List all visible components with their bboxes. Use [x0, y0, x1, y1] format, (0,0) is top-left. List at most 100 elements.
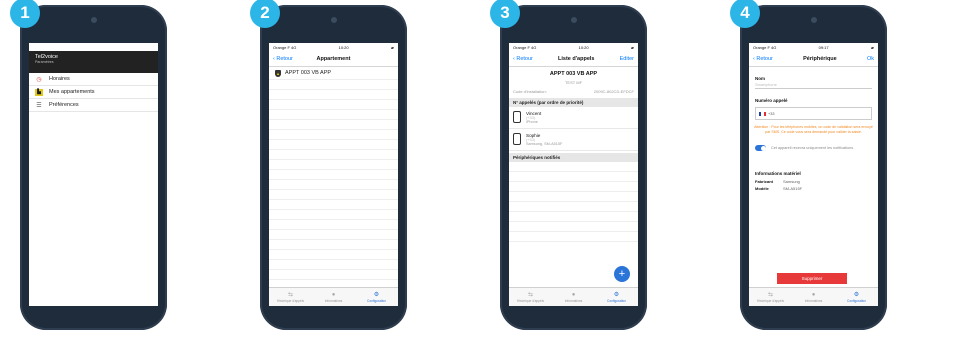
manufacturer-row: Fabricant Samsung — [749, 178, 878, 185]
tab-informations[interactable]: ● Informations — [312, 288, 355, 306]
country-prefix: +33 — [768, 111, 775, 116]
camera-icon — [90, 17, 97, 23]
app-subtitle: Paramètres — [35, 60, 54, 64]
config-icon: ⚙ — [373, 291, 380, 298]
page-title: Appartement — [316, 56, 351, 62]
install-code-value: 2009C-802CD-EFDCF — [593, 89, 634, 94]
menu-item-label: Mes appartements — [49, 89, 95, 95]
page-title: Liste d'appels — [558, 56, 595, 62]
toggle-label: Cet appareil recevra uniquement les noti… — [771, 146, 854, 150]
section-header-called: N° appelés (par ordre de priorité) — [509, 98, 638, 107]
tab-bar: ⇆ Historique d'appels ● Informations ⚙ Conf… — [269, 287, 398, 306]
tab-configuration[interactable]: ⚙ Configuration — [835, 288, 878, 306]
clock-label: 10:20 — [578, 45, 589, 50]
phone-frame: Orange F 4G 10:20 ▰ ‹ Retour Liste d'app… — [500, 5, 647, 330]
back-button[interactable]: ‹ Retour — [273, 56, 293, 62]
notifications-toggle[interactable] — [755, 145, 766, 151]
back-button[interactable]: ‹ Retour — [753, 56, 773, 62]
info-icon: ● — [571, 291, 576, 298]
clock-label: 10:20 — [338, 45, 349, 50]
phone-screen: Orange F 4G 10:20 ▰ ‹ Retour Liste d'app… — [509, 43, 638, 306]
history-icon: ⇆ — [287, 291, 294, 298]
carrier-label: Orange F 4G — [753, 45, 777, 50]
tab-configuration[interactable]: ⚙ Configuration — [595, 288, 638, 306]
contact-row[interactable]: Sophie (+33) Samsung, SM-A515F — [509, 129, 638, 151]
section-header-devices: Périphériques notifiés — [509, 153, 638, 162]
carrier-label: Orange F 4G — [273, 45, 297, 50]
menu-item-horaires[interactable]: ◷ Horaires — [29, 73, 158, 86]
manufacturer-label: Fabricant — [755, 179, 774, 184]
tab-history[interactable]: ⇆ Historique d'appels — [269, 288, 312, 306]
model-label: Modèle — [755, 186, 769, 191]
menu-item-label: Préférences — [49, 102, 79, 108]
app-header: Tel2voice Paramètres — [29, 51, 158, 73]
apartment-name: APPT 003 VB APP — [549, 71, 598, 77]
install-code-row: Code d'installation: 2009C-802CD-EFDCF — [509, 85, 638, 96]
clock-icon: ◷ — [36, 76, 42, 83]
step-4-panel: 4 Orange F 4G 09:17 ▰ ‹ Retour Périphéri… — [720, 0, 960, 339]
step-3-panel: 3 Orange F 4G 10:20 ▰ ‹ Retour Liste d'a… — [480, 0, 720, 339]
step-2-panel: 2 Orange F 4G 10:20 ▰ ‹ Retour Apparteme… — [240, 0, 480, 339]
phone-frame: Tel2voice Paramètres ◷ Horaires ▙ Mes ap… — [20, 5, 167, 330]
phone-number-field[interactable]: +33 — [755, 107, 872, 120]
apartment-item[interactable]: ▲ APPT 003 VB APP — [269, 67, 398, 80]
info-icon: ● — [331, 291, 336, 298]
name-label: Nom — [755, 76, 765, 81]
navigation-bar: ‹ Retour Appartement — [269, 52, 398, 67]
delete-button[interactable]: Supprimer — [777, 273, 847, 284]
menu-item-appartements[interactable]: ▙ Mes appartements — [29, 86, 158, 99]
shield-icon: ▲ — [275, 69, 281, 77]
tab-informations[interactable]: ● Informations — [552, 288, 595, 306]
tab-history[interactable]: ⇆ Historique d'appels — [749, 288, 792, 306]
tab-bar: ⇆ Historique d'appels ● Informations ⚙ Conf… — [749, 287, 878, 306]
battery-icon: ▰ — [870, 45, 874, 50]
add-button[interactable]: + — [614, 266, 630, 282]
tab-history[interactable]: ⇆ Historique d'appels — [509, 288, 552, 306]
install-code-label: Code d'installation: — [513, 89, 547, 94]
status-bar: Orange F 4G 10:20 ▰ — [509, 43, 638, 52]
phone-frame: Orange F 4G 10:20 ▰ ‹ Retour Appartement… — [260, 5, 407, 330]
edit-button[interactable]: Editer — [620, 56, 634, 62]
model-row: Modèle SM-A515F — [749, 185, 878, 192]
name-field[interactable]: Smartphone — [755, 82, 872, 89]
apartment-subtitle: TEST MF — [564, 80, 583, 85]
battery-icon: ▰ — [390, 45, 394, 50]
building-icon: ▙ — [35, 88, 43, 96]
ok-button[interactable]: Ok — [867, 56, 874, 62]
navigation-bar: ‹ Retour Périphérique Ok — [749, 52, 878, 67]
number-label: Numéro appelé — [755, 98, 788, 103]
tab-informations[interactable]: ● Informations — [792, 288, 835, 306]
carrier-label: Orange F 4G — [513, 45, 537, 50]
phone-frame: Orange F 4G 09:17 ▰ ‹ Retour Périphériqu… — [740, 5, 887, 330]
menu-item-preferences[interactable]: ☰ Préférences — [29, 99, 158, 112]
config-icon: ⚙ — [853, 291, 860, 298]
history-icon: ⇆ — [767, 291, 774, 298]
phone-screen: Orange F 4G 09:17 ▰ ‹ Retour Périphériqu… — [749, 43, 878, 306]
tab-bar: ⇆ Historique d'appels ● Informations ⚙ Conf… — [509, 287, 638, 306]
phone-screen: Tel2voice Paramètres ◷ Horaires ▙ Mes ap… — [29, 43, 158, 306]
model-value: SM-A515F — [783, 186, 803, 191]
history-icon: ⇆ — [527, 291, 534, 298]
clock-label: 09:17 — [818, 45, 829, 50]
contact-device: Samsung, SM-A515F — [526, 142, 563, 146]
tab-configuration[interactable]: ⚙ Configuration — [355, 288, 398, 306]
back-button[interactable]: ‹ Retour — [513, 56, 533, 62]
page-title: Périphérique — [803, 56, 837, 62]
sms-warning: Attention : Pour les téléphones mobiles,… — [754, 125, 873, 134]
manufacturer-value: Samsung — [783, 179, 800, 184]
phone-icon — [513, 133, 521, 145]
phone-screen: Orange F 4G 10:20 ▰ ‹ Retour Appartement… — [269, 43, 398, 306]
hardware-info-title: Informations matériel — [755, 171, 801, 176]
camera-icon — [810, 17, 817, 23]
status-bar: Orange F 4G 09:17 ▰ — [749, 43, 878, 52]
france-flag-icon — [759, 111, 766, 116]
battery-icon: ▰ — [630, 45, 634, 50]
apartment-label: APPT 003 VB APP — [285, 70, 332, 76]
step-1-panel: 1 Tel2voice Paramètres ◷ Horaires ▙ Mes … — [0, 0, 240, 339]
camera-icon — [330, 17, 337, 23]
status-bar: Orange F 4G 10:20 ▰ — [269, 43, 398, 52]
contact-row[interactable]: Vincent (+33) iPhone — [509, 107, 638, 129]
notifications-only-row[interactable]: Cet appareil recevra uniquement les noti… — [749, 135, 878, 151]
navigation-bar: ‹ Retour Liste d'appels Editer — [509, 52, 638, 67]
info-icon: ● — [811, 291, 816, 298]
